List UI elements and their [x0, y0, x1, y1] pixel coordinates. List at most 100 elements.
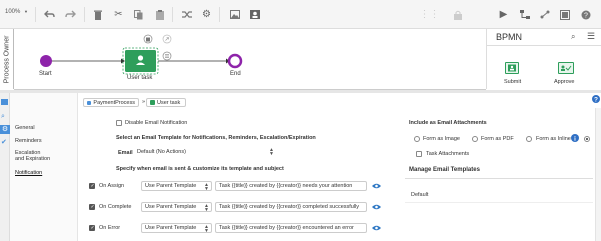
toolbar-right: ▶ ?: [486, 0, 601, 29]
nav-item-notification[interactable]: Notification: [15, 170, 42, 176]
zoom-select[interactable]: 100% ▼: [5, 9, 28, 15]
on-complete-checkbox[interactable]: [89, 204, 95, 210]
search-icon[interactable]: ⌕: [1, 113, 5, 121]
form-as-inline-radio[interactable]: [526, 136, 532, 142]
bpmn-palette: BPMN ⌕ ☰ Submit Approve: [486, 29, 601, 89]
user-task[interactable]: [125, 50, 156, 72]
on-assign-template-select[interactable]: Use Parent Template ▲ ▼: [141, 181, 212, 191]
palette-item-approve[interactable]: [558, 62, 574, 74]
manage-templates-heading: Manage Email Templates: [409, 167, 480, 173]
check-icon[interactable]: ✔: [1, 138, 7, 146]
preview-eye-icon[interactable]: [372, 183, 381, 189]
preview-eye-icon[interactable]: [372, 225, 381, 231]
on-complete-label: On Complete: [99, 204, 132, 210]
inline-option-radio[interactable]: [584, 136, 590, 142]
toolbar-separator: [219, 7, 220, 22]
palette-divider: [487, 45, 601, 46]
paste-icon[interactable]: [154, 9, 165, 20]
play-icon[interactable]: ▶: [498, 9, 509, 20]
palette-item-label: Approve: [554, 79, 575, 85]
select-caret-icon: ▲ ▼: [204, 203, 209, 212]
lock-icon[interactable]: [452, 9, 463, 20]
breadcrumb-process-label: PaymentProcess: [93, 99, 135, 106]
process-icon: [87, 100, 92, 105]
svg-text:?: ?: [594, 97, 598, 104]
help-icon[interactable]: ?: [580, 9, 591, 20]
settings-icon[interactable]: ⚙: [201, 9, 212, 20]
zoom-value: 100%: [5, 9, 21, 15]
on-error-template-value: Use Parent Template: [145, 225, 197, 231]
user-task-icon: [137, 55, 144, 61]
chevron-down-icon: ▼: [24, 9, 28, 14]
copy-icon[interactable]: [133, 9, 144, 20]
attachments-heading: Include as Email Attachments: [409, 120, 487, 126]
form-as-pdf-radio[interactable]: [472, 136, 478, 142]
toolbar-separator: [84, 7, 85, 22]
vertical-scrollbar[interactable]: [595, 108, 601, 241]
task-attachments-label: Task Attachments: [426, 151, 470, 157]
info-icon[interactable]: i: [571, 134, 579, 142]
select-caret-icon: ▲ ▼: [269, 147, 274, 157]
on-complete-subject-value: Task {{title}} created by {{creator}} co…: [219, 204, 360, 210]
on-error-subject-value: Task {{title}} created by {{creator}} en…: [219, 225, 354, 231]
on-error-template-select[interactable]: Use Parent Template ▲ ▼: [141, 223, 212, 233]
start-label: Start: [39, 71, 52, 77]
on-assign-template-value: Use Parent Template: [145, 183, 197, 189]
share-icon[interactable]: [539, 9, 550, 20]
shuffle-icon[interactable]: [181, 9, 192, 20]
nav-item-general[interactable]: General: [15, 125, 35, 131]
disable-email-label: Disable Email Notification: [125, 120, 188, 126]
templates-divider: [405, 202, 593, 203]
breadcrumb-task-label: User task: [157, 99, 181, 106]
palette-item-label: Submit: [504, 79, 522, 85]
grid-icon[interactable]: ⋮⋮: [420, 9, 440, 20]
breadcrumb-task[interactable]: User task: [146, 98, 186, 107]
on-error-label: On Error: [99, 225, 121, 231]
template-list-item[interactable]: Default: [411, 192, 428, 198]
cut-icon[interactable]: ✂: [113, 9, 124, 20]
end-label: End: [230, 71, 241, 77]
form-as-inline-label: Form as Inline: [536, 136, 571, 142]
breadcrumb-separator: »: [142, 99, 146, 105]
nav-item-reminders[interactable]: Reminders: [15, 138, 42, 144]
on-assign-label: On Assign: [99, 183, 125, 189]
on-error-checkbox[interactable]: [89, 225, 95, 231]
portrait-icon[interactable]: [249, 9, 260, 20]
layout-icon[interactable]: [559, 9, 570, 20]
preview-eye-icon[interactable]: [372, 204, 381, 210]
diagram-svg: [40, 34, 243, 75]
on-assign-checkbox[interactable]: [89, 183, 95, 189]
task-attachments-checkbox[interactable]: [416, 151, 422, 157]
templates-divider: [405, 178, 593, 179]
delete-icon[interactable]: [92, 9, 103, 20]
help-icon[interactable]: ?: [592, 95, 600, 103]
specify-heading: Specify when email is sent & customize i…: [116, 166, 284, 172]
svg-text:?: ?: [584, 12, 588, 19]
start-event[interactable]: [40, 55, 52, 67]
breadcrumb-process[interactable]: PaymentProcess: [83, 98, 139, 107]
sequence-icon[interactable]: [519, 9, 530, 20]
disable-email-checkbox[interactable]: [116, 120, 122, 126]
properties-icon[interactable]: [1, 99, 8, 105]
on-error-subject-input[interactable]: Task {{title}} created by {{creator}} en…: [215, 223, 367, 233]
end-event[interactable]: [227, 53, 243, 69]
on-complete-template-select[interactable]: Use Parent Template ▲ ▼: [141, 202, 212, 212]
undo-icon[interactable]: [44, 9, 55, 20]
on-complete-template-value: Use Parent Template: [145, 204, 197, 210]
user-task-icon: [150, 100, 155, 105]
palette-title: BPMN: [496, 32, 523, 42]
settings-icon[interactable]: ⚙: [0, 125, 10, 134]
palette-item-submit[interactable]: [505, 62, 519, 74]
form-as-image-radio[interactable]: [414, 136, 420, 142]
task-label: User task: [127, 75, 153, 81]
nav-item-escalation[interactable]: Escalation and Expiration: [15, 150, 51, 162]
search-icon[interactable]: ⌕: [571, 32, 575, 42]
redo-icon[interactable]: [65, 9, 76, 20]
properties-rail: ⌕ ⚙ ✔: [0, 93, 10, 241]
email-template-select[interactable]: Default (No Actions) ▲ ▼: [134, 147, 276, 157]
on-complete-subject-input[interactable]: Task {{title}} created by {{creator}} co…: [215, 202, 367, 212]
menu-icon[interactable]: ☰: [587, 31, 595, 42]
on-assign-subject-value: Task {{title}} created by {{creator}} ne…: [219, 183, 353, 189]
image-icon[interactable]: [229, 9, 240, 20]
on-assign-subject-input[interactable]: Task {{title}} created by {{creator}} ne…: [215, 181, 367, 191]
